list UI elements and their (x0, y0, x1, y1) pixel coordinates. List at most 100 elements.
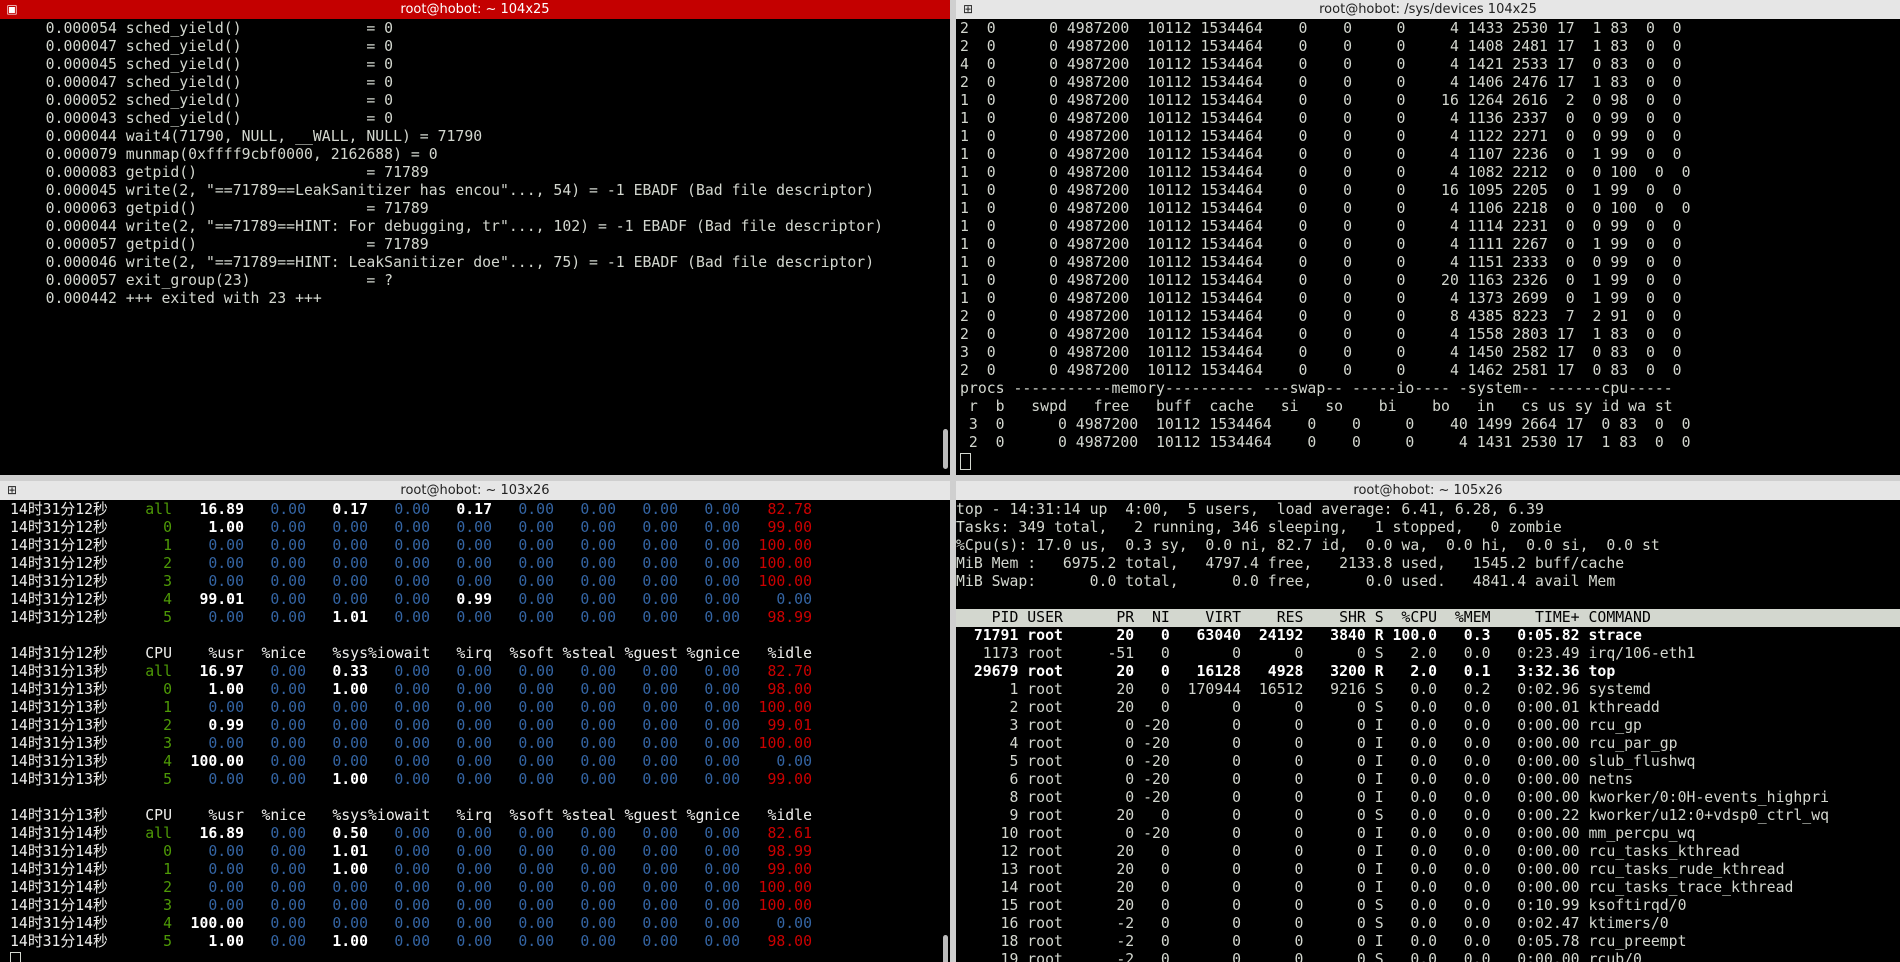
column-header: %iowait (368, 807, 431, 824)
process-row[interactable]: 3 root 0 -20 0 0 0 I 0.0 0.0 0:00.00 rcu… (956, 717, 1900, 735)
output-line: 1 0 0 4987200 10112 1534464 0 0 0 4 1111… (960, 236, 1682, 253)
table-cell: 0.00 (704, 933, 740, 950)
table-cell: 0.00 (704, 699, 740, 716)
process-row[interactable]: 12 root 20 0 0 0 0 I 0.0 0.0 0:00.00 rcu… (956, 843, 1900, 861)
process-row[interactable]: 10 root 0 -20 0 0 0 I 0.0 0.0 0:00.00 mm… (956, 825, 1900, 843)
output-line: 2 0 0 4987200 10112 1534464 0 0 0 8 4385… (960, 308, 1682, 325)
terminal-pane-vmstat[interactable]: ⊞ root@hobot: /sys/devices 104x25 2 0 0 … (956, 0, 1900, 475)
terminal-menu-icon[interactable]: ⊞ (6, 484, 18, 496)
table-cell: 4 (163, 591, 172, 608)
pane-divider-horizontal[interactable] (0, 475, 1900, 481)
table-cell: 2 (163, 555, 172, 572)
process-row[interactable]: 15 root 20 0 0 0 0 S 0.0 0.0 0:10.99 kso… (956, 897, 1900, 915)
table-cell: 14时31分12秒 (10, 591, 108, 608)
table-cell: 0.00 (580, 663, 616, 680)
process-row[interactable]: 13 root 20 0 0 0 0 I 0.0 0.0 0:00.00 rcu… (956, 861, 1900, 879)
process-row[interactable]: 8 root 0 -20 0 0 0 I 0.0 0.0 0:00.00 kwo… (956, 789, 1900, 807)
process-row[interactable]: 9 root 20 0 0 0 0 S 0.0 0.0 0:00.22 kwor… (956, 807, 1900, 825)
process-row[interactable]: 1173 root -51 0 0 0 0 S 2.0 0.0 0:23.49 … (956, 645, 1900, 663)
process-row[interactable]: 1 root 20 0 170944 16512 9216 S 0.0 0.2 … (956, 681, 1900, 699)
process-row[interactable]: 5 root 0 -20 0 0 0 I 0.0 0.0 0:00.00 slu… (956, 753, 1900, 771)
table-cell: 5 (163, 933, 172, 950)
table-cell: all (145, 501, 172, 518)
process-row[interactable]: 16 root -2 0 0 0 0 S 0.0 0.0 0:02.47 kti… (956, 915, 1900, 933)
terminal-pane-mpstat[interactable]: ⊞ root@hobot: ~ 103x26 14时31分12秒 all 16.89… (0, 481, 950, 962)
column-header: %usr (208, 807, 244, 824)
terminal-menu-icon[interactable]: ▣ (6, 3, 18, 15)
table-cell: 0.00 (642, 843, 678, 860)
table-cell: 0.00 (580, 735, 616, 752)
table-cell: 0.00 (580, 519, 616, 536)
table-cell: 0.00 (394, 753, 430, 770)
scrollbar[interactable] (940, 19, 950, 475)
table-cell: 0.00 (270, 519, 306, 536)
table-cell: 0.00 (456, 879, 492, 896)
table-cell: 0.00 (704, 897, 740, 914)
table-cell: 0.00 (580, 897, 616, 914)
table-cell: 0.00 (456, 663, 492, 680)
table-cell: 0.00 (580, 753, 616, 770)
table-cell: 0.00 (704, 717, 740, 734)
process-row[interactable]: 71791 root 20 0 63040 24192 3840 R 100.0… (956, 627, 1900, 645)
table-cell: 0.00 (704, 879, 740, 896)
summary-line: %Cpu(s): 17.0 us, 0.3 sy, 0.0 ni, 82.7 i… (956, 537, 1660, 554)
pane-title-bar[interactable]: ▣ root@hobot: ~ 104x25 (0, 0, 950, 19)
pane-title-bar[interactable]: ⊞ root@hobot: ~ 103x26 (0, 481, 950, 500)
summary-line: top - 14:31:14 up 4:00, 5 users, load av… (956, 501, 1544, 518)
scrollbar[interactable] (940, 500, 950, 962)
output-line: 0.000047 sched_yield() = 0 (10, 74, 394, 91)
table-cell: 0.00 (208, 897, 244, 914)
table-cell: 14时31分14秒 (10, 861, 108, 878)
table-cell: 0.00 (704, 753, 740, 770)
table-cell: 0.00 (518, 609, 554, 626)
table-cell: 0.00 (270, 735, 306, 752)
table-cell: 0.00 (704, 735, 740, 752)
process-row[interactable]: 19 root -2 0 0 0 0 S 0.0 0.0 0:00.00 rcu… (956, 951, 1900, 962)
process-row[interactable]: 18 root -2 0 0 0 0 I 0.0 0.0 0:05.78 rcu… (956, 933, 1900, 951)
table-cell: 14时31分12秒 (10, 501, 108, 518)
column-header: %irq (456, 645, 492, 662)
table-cell: 14时31分12秒 (10, 555, 108, 572)
table-cell: 0.00 (642, 897, 678, 914)
table-cell: 0.17 (332, 501, 368, 518)
table-cell: 0.00 (270, 537, 306, 554)
process-row[interactable]: 14 root 20 0 0 0 0 I 0.0 0.0 0:00.00 rcu… (956, 879, 1900, 897)
table-cell: 0.00 (518, 663, 554, 680)
table-cell: 0.00 (270, 753, 306, 770)
terminal-menu-icon[interactable]: ⊞ (962, 3, 974, 15)
pane-title-bar[interactable]: ⊞ root@hobot: /sys/devices 104x25 (956, 0, 1900, 19)
table-cell: 0.00 (394, 591, 430, 608)
table-cell: 14时31分12秒 (10, 519, 108, 536)
pane-divider-vertical[interactable] (950, 0, 956, 962)
table-cell: 0.00 (580, 591, 616, 608)
table-cell: 0.00 (208, 771, 244, 788)
table-cell: 0.00 (704, 915, 740, 932)
table-cell: 0.00 (704, 609, 740, 626)
terminal-pane-top[interactable]: root@hobot: ~ 105x26 top - 14:31:14 up 4… (956, 481, 1900, 962)
process-row[interactable]: 6 root 0 -20 0 0 0 I 0.0 0.0 0:00.00 net… (956, 771, 1900, 789)
table-cell: 0.00 (456, 753, 492, 770)
process-row[interactable]: 2 root 20 0 0 0 0 S 0.0 0.0 0:00.01 kthr… (956, 699, 1900, 717)
column-header: %gnice (686, 645, 740, 662)
table-cell: 14时31分13秒 (10, 735, 108, 752)
table-cell: 14时31分12秒 (10, 537, 108, 554)
terminal-cursor (960, 452, 971, 470)
table-cell: 0.00 (270, 825, 306, 842)
table-row: 14时31分12秒 2 0.00 0.00 0.00 0.00 0.00 0.00 0.00 0.… (10, 555, 936, 573)
table-cell: 0.00 (704, 663, 740, 680)
table-row: 14时31分12秒 5 0.00 0.00 1.01 0.00 0.00 0.00 0.00 0.… (10, 609, 936, 627)
table-cell: 0.00 (270, 501, 306, 518)
process-row[interactable]: 4 root 0 -20 0 0 0 I 0.0 0.0 0:00.00 rcu… (956, 735, 1900, 753)
table-cell: 0.00 (208, 879, 244, 896)
table-cell: 0.00 (518, 555, 554, 572)
table-cell: 0.00 (518, 537, 554, 554)
terminal-pane-strace[interactable]: ▣ root@hobot: ~ 104x25 0.000054 sched_yi… (0, 0, 950, 475)
table-cell: 0.00 (270, 681, 306, 698)
table-cell: 0.00 (456, 771, 492, 788)
table-cell: 0.00 (704, 519, 740, 536)
pane-title-bar[interactable]: root@hobot: ~ 105x26 (956, 481, 1900, 500)
table-cell: 0.00 (642, 699, 678, 716)
process-row[interactable]: 29679 root 20 0 16128 4928 3200 R 2.0 0.… (956, 663, 1900, 681)
table-cell: 14时31分13秒 (10, 717, 108, 734)
